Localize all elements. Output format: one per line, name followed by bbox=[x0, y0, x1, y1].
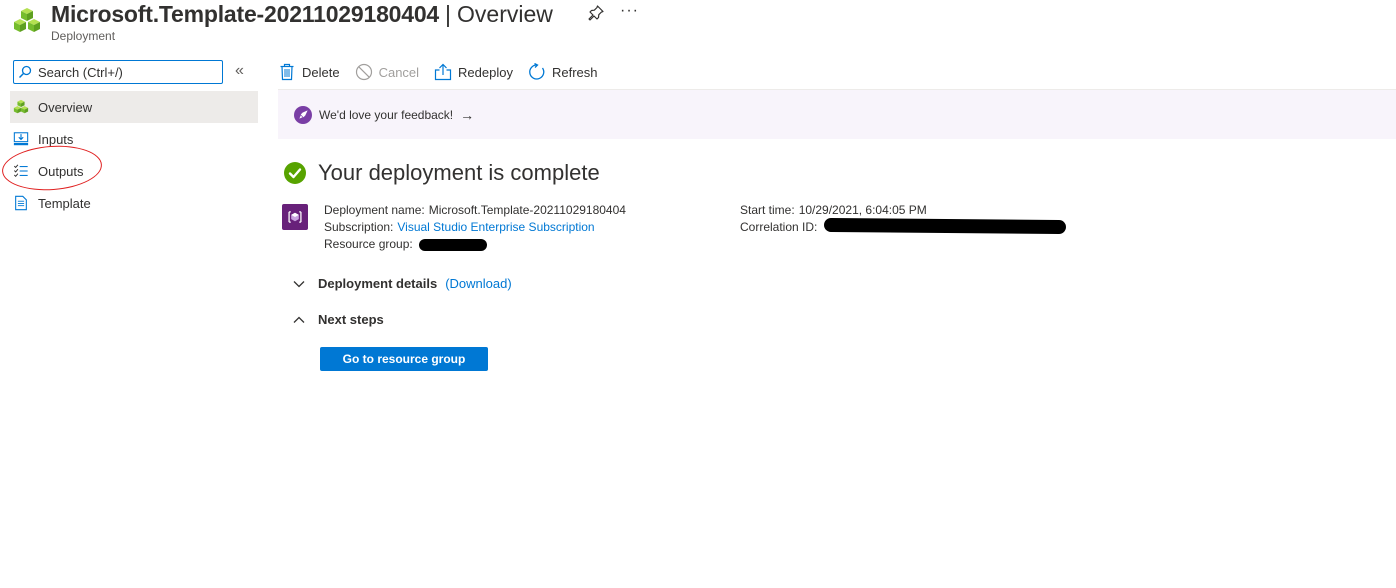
redaction-mark bbox=[419, 239, 487, 251]
success-check-icon bbox=[284, 162, 306, 184]
command-bar: Delete Cancel Redeploy Refresh bbox=[278, 58, 613, 86]
deployment-details-label: Deployment details bbox=[318, 276, 438, 291]
resource-group-label: Resource group: bbox=[324, 237, 413, 251]
go-to-resource-group-button[interactable]: Go to resource group bbox=[320, 347, 488, 371]
redeploy-label: Redeploy bbox=[458, 64, 513, 80]
status-title: Your deployment is complete bbox=[318, 160, 600, 185]
outputs-icon bbox=[12, 162, 30, 180]
correlation-id-label: Correlation ID: bbox=[740, 220, 818, 234]
start-time-label: Start time: bbox=[740, 203, 795, 217]
deployment-cubes-icon bbox=[14, 8, 40, 32]
chevron-down-icon bbox=[293, 280, 305, 287]
chevron-up-icon bbox=[293, 316, 305, 323]
sidebar-item-outputs[interactable]: Outputs bbox=[10, 155, 258, 187]
next-steps-toggle[interactable]: Next steps bbox=[292, 312, 384, 327]
pin-icon[interactable] bbox=[587, 4, 605, 22]
sidebar-item-label: Inputs bbox=[38, 131, 74, 147]
delete-label: Delete bbox=[302, 64, 340, 80]
refresh-button[interactable]: Refresh bbox=[528, 63, 598, 81]
deployment-icon bbox=[12, 98, 30, 116]
feedback-banner[interactable]: We'd love your feedback! → bbox=[278, 90, 1396, 139]
sidebar: Search (Ctrl+/) « Overview Inputs Output… bbox=[0, 55, 260, 588]
title-separator: | bbox=[445, 1, 452, 27]
template-icon bbox=[12, 194, 30, 212]
start-time-value: 10/29/2021, 6:04:05 PM bbox=[798, 203, 927, 217]
start-time-row: Start time: 10/29/2021, 6:04:05 PM bbox=[740, 203, 927, 217]
page-title: Microsoft.Template-20211029180404 bbox=[51, 1, 440, 27]
search-input[interactable]: Search (Ctrl+/) bbox=[13, 60, 223, 84]
sidebar-item-template[interactable]: Template bbox=[10, 187, 258, 219]
subscription-link[interactable]: Visual Studio Enterprise Subscription bbox=[397, 220, 594, 234]
resource-group-row: Resource group: bbox=[324, 237, 413, 251]
more-options-icon[interactable]: ··· bbox=[620, 2, 639, 20]
refresh-icon bbox=[529, 63, 545, 80]
subscription-row: Subscription: Visual Studio Enterprise Su… bbox=[324, 220, 595, 234]
deployment-name-value: Microsoft.Template-20211029180404 bbox=[428, 203, 626, 217]
sidebar-item-label: Overview bbox=[38, 99, 93, 115]
search-icon bbox=[18, 65, 32, 79]
deployment-name-label: Deployment name: bbox=[324, 203, 425, 217]
refresh-label: Refresh bbox=[551, 64, 598, 80]
collapse-sidebar-icon[interactable]: « bbox=[235, 62, 244, 80]
trash-icon bbox=[280, 63, 294, 81]
sidebar-item-overview[interactable]: Overview bbox=[10, 91, 258, 123]
inputs-icon bbox=[12, 130, 30, 148]
cancel-label: Cancel bbox=[378, 64, 420, 80]
deployment-package-icon bbox=[282, 204, 308, 230]
cancel-button[interactable]: Cancel bbox=[355, 63, 419, 81]
deployment-details-toggle[interactable]: Deployment details (Download) bbox=[292, 276, 512, 291]
page-section-title: Overview bbox=[457, 1, 553, 27]
upload-icon bbox=[434, 63, 452, 81]
redaction-mark bbox=[823, 217, 1067, 235]
arrow-right-icon: → bbox=[460, 106, 475, 123]
subscription-label: Subscription: bbox=[324, 220, 394, 234]
deployment-status: Your deployment is complete bbox=[284, 160, 600, 186]
rocket-icon bbox=[294, 105, 312, 124]
sidebar-item-inputs[interactable]: Inputs bbox=[10, 123, 258, 155]
delete-button[interactable]: Delete bbox=[278, 63, 340, 81]
search-placeholder: Search (Ctrl+/) bbox=[38, 64, 123, 80]
cancel-icon bbox=[355, 63, 372, 81]
resource-type-label: Deployment bbox=[51, 29, 116, 43]
redeploy-button[interactable]: Redeploy bbox=[434, 63, 513, 81]
next-steps-label: Next steps bbox=[318, 312, 384, 327]
correlation-id-row: Correlation ID: bbox=[740, 220, 817, 234]
sidebar-item-label: Outputs bbox=[38, 163, 84, 179]
sidebar-item-label: Template bbox=[38, 195, 91, 211]
download-link[interactable]: (Download) bbox=[445, 276, 511, 291]
page-header: Microsoft.Template-20211029180404 | Over… bbox=[0, 0, 1396, 50]
deployment-name-row: Deployment name: Microsoft.Template-20211… bbox=[324, 203, 626, 217]
feedback-text: We'd love your feedback! bbox=[319, 107, 454, 122]
